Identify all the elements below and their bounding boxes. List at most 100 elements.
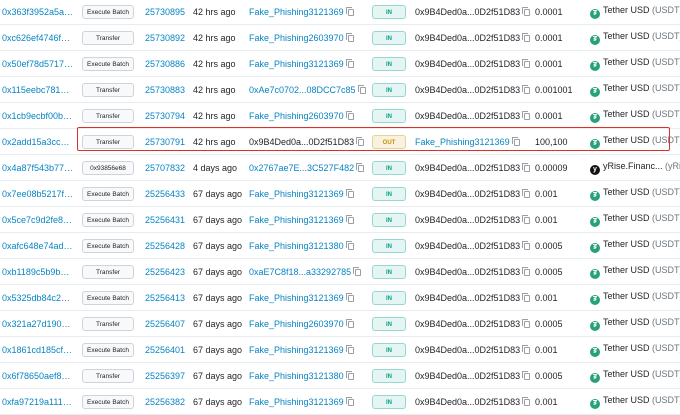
token-link[interactable]: ₮ Tether USD (USDT) — [590, 291, 680, 305]
tx-hash-link[interactable]: 0x6f78650aef8… — [2, 371, 74, 381]
block-link[interactable]: 25707832 — [145, 163, 185, 173]
copy-icon[interactable] — [522, 6, 531, 16]
from-address[interactable]: Fake_Phishing3121369 — [249, 292, 354, 303]
from-address[interactable]: 0xAe7c0702...08DCC7c85 — [249, 84, 366, 95]
block-link[interactable]: 25256431 — [145, 215, 185, 225]
copy-icon[interactable] — [357, 84, 366, 94]
copy-icon[interactable] — [522, 240, 531, 250]
tx-hash-link[interactable]: 0x5325db84c2… — [2, 293, 74, 303]
token-link[interactable]: ₮ Tether USD (USDT) — [590, 83, 680, 97]
token-link[interactable]: ₮ Tether USD (USDT) — [590, 317, 680, 331]
block-link[interactable]: 25730892 — [145, 33, 185, 43]
to-address[interactable]: Fake_Phishing3121369 — [415, 136, 520, 147]
tx-hash-link[interactable]: 0x321a27d190… — [2, 319, 74, 329]
token-link[interactable]: ₮ Tether USD (USDT) — [590, 343, 680, 357]
block-link[interactable]: 25256407 — [145, 319, 185, 329]
copy-icon[interactable] — [353, 266, 362, 276]
copy-icon[interactable] — [522, 110, 531, 120]
token-link[interactable]: ₮ Tether USD (USDT) — [590, 57, 680, 71]
tx-hash-link[interactable]: 0x1cb9ecbf00b… — [2, 111, 74, 121]
copy-icon[interactable] — [345, 318, 354, 328]
from-address[interactable]: Fake_Phishing3121369 — [249, 6, 354, 17]
block-link[interactable]: 25256423 — [145, 267, 185, 277]
tx-hash-link[interactable]: 0x7ee08b5217f… — [2, 189, 74, 199]
tx-hash-link[interactable]: 0x2add15a3cc… — [2, 137, 74, 147]
tx-hash-link[interactable]: 0x4a87f543b77… — [2, 163, 74, 173]
copy-icon[interactable] — [522, 396, 531, 406]
tx-hash-link[interactable]: 0xafc648e74ad… — [2, 241, 74, 251]
block-link[interactable]: 25730883 — [145, 85, 185, 95]
block-link[interactable]: 25730886 — [145, 59, 185, 69]
copy-icon[interactable] — [522, 370, 531, 380]
token-link[interactable]: ₮ Tether USD (USDT) — [590, 187, 680, 201]
from-address[interactable]: Fake_Phishing3121380 — [249, 370, 354, 381]
copy-icon[interactable] — [356, 162, 365, 172]
copy-icon[interactable] — [522, 344, 531, 354]
block-link[interactable]: 25256397 — [145, 371, 185, 381]
block-link[interactable]: 25256428 — [145, 241, 185, 251]
copy-icon[interactable] — [345, 6, 354, 16]
copy-icon[interactable] — [522, 32, 531, 42]
copy-icon[interactable] — [522, 188, 531, 198]
copy-icon[interactable] — [345, 240, 354, 250]
block-link[interactable]: 25256401 — [145, 345, 185, 355]
token-link[interactable]: ₮ Tether USD (USDT) — [590, 395, 680, 409]
copy-icon[interactable] — [522, 214, 531, 224]
copy-icon[interactable] — [345, 396, 354, 406]
copy-icon[interactable] — [522, 318, 531, 328]
copy-icon[interactable] — [345, 58, 354, 68]
tx-hash-link[interactable]: 0x363f3952a5a… — [2, 7, 74, 17]
from-address[interactable]: Fake_Phishing3121380 — [249, 240, 354, 251]
copy-icon[interactable] — [511, 136, 520, 146]
from-address-text: 0xAe7c0702...08DCC7c85 — [249, 84, 356, 95]
tx-hash-link[interactable]: 0x5ce7c9d2fe8… — [2, 215, 74, 225]
tx-hash-link[interactable]: 0x115eebc781… — [2, 85, 74, 95]
from-address[interactable]: Fake_Phishing3121369 — [249, 396, 354, 407]
from-address[interactable]: Fake_Phishing2603970 — [249, 318, 354, 329]
tx-hash-link[interactable]: 0x1861cd185cf… — [2, 345, 74, 355]
block-link[interactable]: 25730791 — [145, 137, 185, 147]
block-link[interactable]: 25256433 — [145, 189, 185, 199]
from-address[interactable]: 0xaE7C8f18...a33292785 — [249, 266, 362, 277]
block-link[interactable]: 25730895 — [145, 7, 185, 17]
copy-icon[interactable] — [356, 136, 365, 146]
tx-hash-link[interactable]: 0xb1189c5b9b… — [2, 267, 74, 277]
from-address[interactable]: Fake_Phishing2603970 — [249, 32, 354, 43]
block-link[interactable]: 25730794 — [145, 111, 185, 121]
token-link[interactable]: ₮ Tether USD (USDT) — [590, 31, 680, 45]
from-address[interactable]: Fake_Phishing3121369 — [249, 58, 354, 69]
token-link[interactable]: ₮ Tether USD (USDT) — [590, 109, 680, 123]
from-address[interactable]: Fake_Phishing3121369 — [249, 214, 354, 225]
from-address[interactable]: Fake_Phishing3121369 — [249, 188, 354, 199]
copy-icon[interactable] — [522, 58, 531, 68]
token-link[interactable]: ₮ Tether USD (USDT) — [590, 369, 680, 383]
from-address[interactable]: Fake_Phishing3121369 — [249, 344, 354, 355]
token-link[interactable]: ₮ Tether USD (USDT) — [590, 213, 680, 227]
token-link[interactable]: ₮ Tether USD (USDT) — [590, 5, 680, 19]
token-name: Tether USD — [603, 30, 650, 41]
copy-icon[interactable] — [345, 370, 354, 380]
token-link[interactable]: ₮ Tether USD (USDT) — [590, 239, 680, 253]
copy-icon[interactable] — [345, 188, 354, 198]
method-badge: Transfer — [82, 134, 134, 149]
copy-icon[interactable] — [522, 84, 531, 94]
copy-icon[interactable] — [522, 162, 531, 172]
tx-hash-link[interactable]: 0x50ef78d5717… — [2, 59, 74, 69]
from-address[interactable]: 0x2767ae7E...3C527F482 — [249, 162, 365, 173]
copy-icon[interactable] — [345, 110, 354, 120]
tx-hash-link[interactable]: 0xc626ef4746f… — [2, 33, 74, 43]
from-address[interactable]: Fake_Phishing2603970 — [249, 110, 354, 121]
token-link[interactable]: ₮ Tether USD (USDT) — [590, 135, 680, 149]
copy-icon[interactable] — [345, 292, 354, 302]
copy-icon[interactable] — [522, 292, 531, 302]
copy-icon[interactable] — [345, 344, 354, 354]
copy-icon[interactable] — [522, 266, 531, 276]
token-link[interactable]: ₮ Tether USD (USDT) — [590, 265, 680, 279]
block-link[interactable]: 25256382 — [145, 397, 185, 407]
copy-icon[interactable] — [345, 214, 354, 224]
from-address-text: Fake_Phishing2603970 — [249, 110, 344, 121]
block-link[interactable]: 25256413 — [145, 293, 185, 303]
token-link[interactable]: yyRise.Financ... (yRise) — [590, 161, 680, 175]
tx-hash-link[interactable]: 0xfa97219a111… — [2, 397, 74, 407]
copy-icon[interactable] — [345, 32, 354, 42]
